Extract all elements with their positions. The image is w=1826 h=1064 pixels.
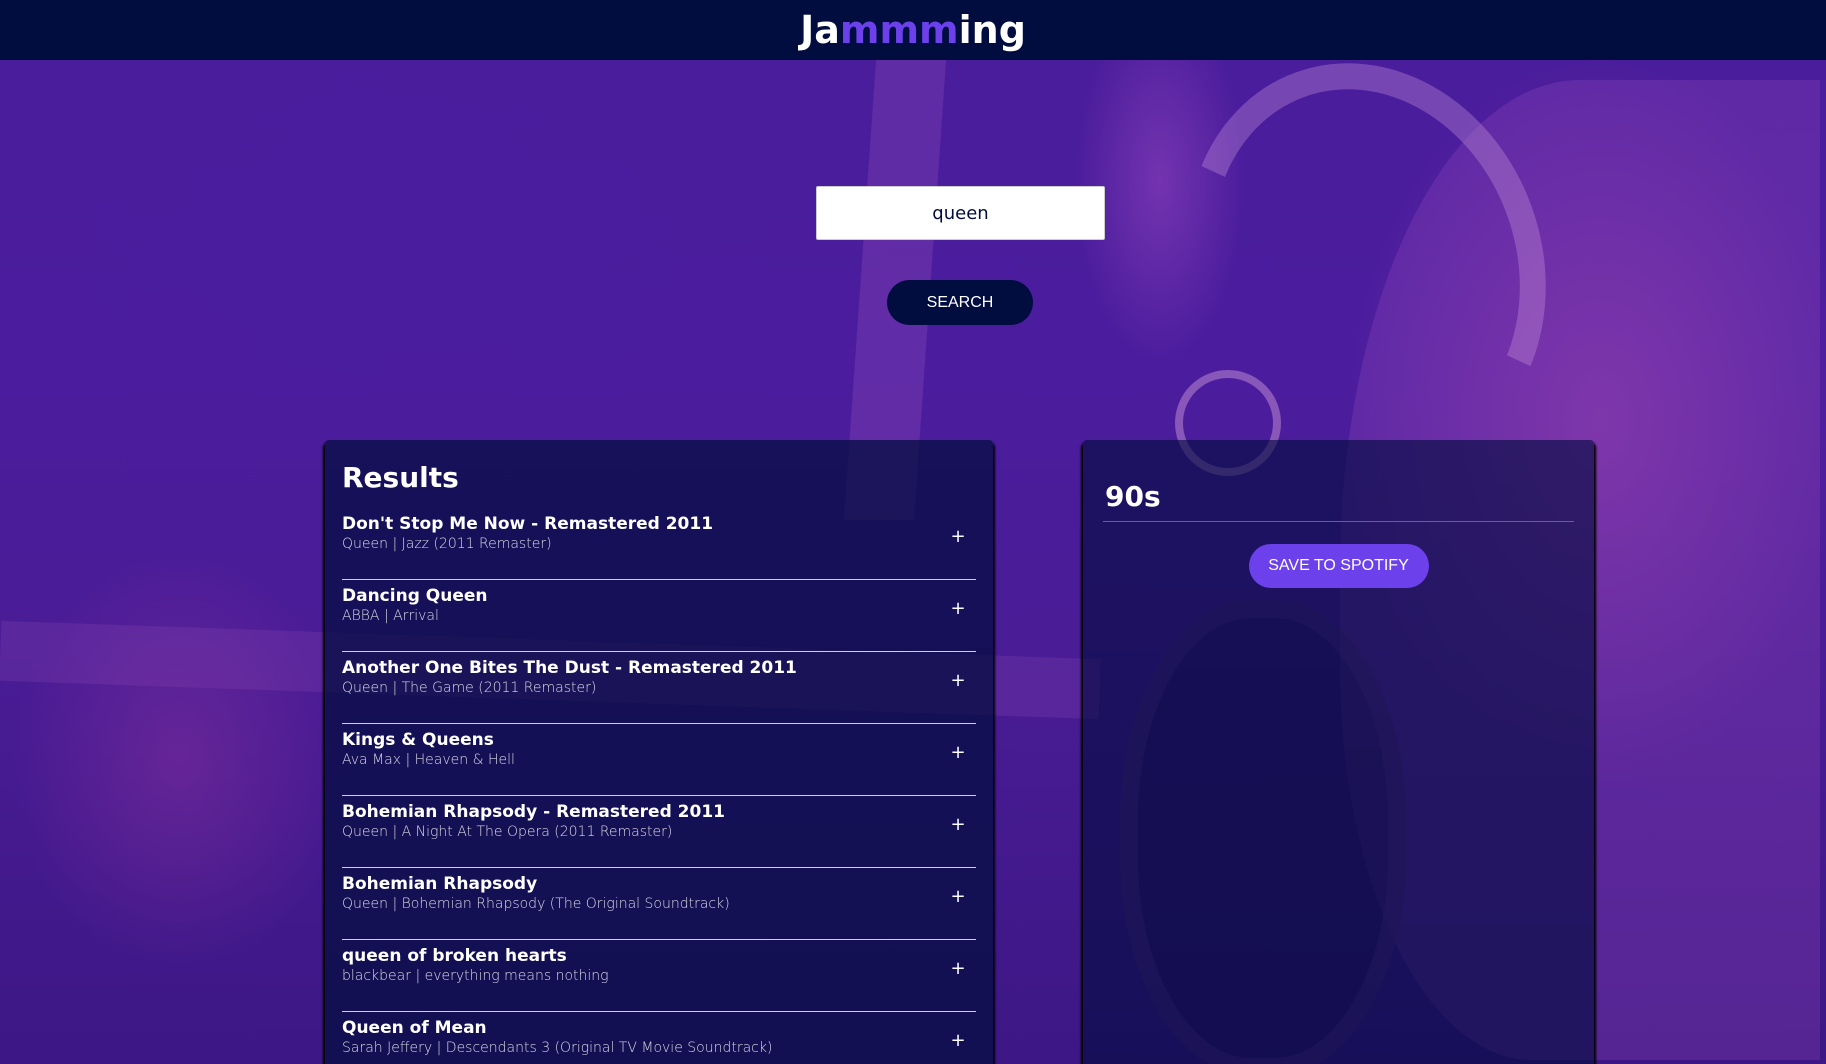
track-artist-album: Sarah Jeffery | Descendants 3 (Original … [342,1040,773,1056]
track-artist-album: Queen | The Game (2011 Remaster) [342,680,597,696]
playlist-panel: SAVE TO SPOTIFY [1083,440,1594,1064]
track-name: queen of broken hearts [342,946,567,966]
app-header: Jammming [0,0,1826,60]
track-artist-album: Queen | Jazz (2011 Remaster) [342,536,552,552]
track-artist-album: Ava Max | Heaven & Hell [342,752,515,768]
track-artist-album: Queen | Bohemian Rhapsody (The Original … [342,896,730,912]
add-track-button[interactable]: + [948,810,968,840]
track-name: Kings & Queens [342,730,494,750]
add-track-button[interactable]: + [948,522,968,552]
logo-prefix: Ja [800,8,840,52]
logo-accent: mmm [839,8,959,52]
track-name: Queen of Mean [342,1018,487,1038]
add-track-button[interactable]: + [948,666,968,696]
track-item: Bohemian Rhapsody Queen | Bohemian Rhaps… [342,868,976,940]
track-name: Don't Stop Me Now - Remastered 2011 [342,514,714,534]
search-button[interactable]: SEARCH [887,280,1033,325]
track-item: Dancing Queen ABBA | Arrival + [342,580,976,652]
add-track-button[interactable]: + [948,738,968,768]
track-name: Another One Bites The Dust - Remastered … [342,658,797,678]
add-track-button[interactable]: + [948,1026,968,1056]
track-item: Queen of Mean Sarah Jeffery | Descendant… [342,1012,976,1064]
results-panel: Results Don't Stop Me Now - Remastered 2… [325,440,993,1064]
app-logo: Jammming [800,8,1026,52]
search-input[interactable] [816,186,1105,240]
track-artist-album: blackbear | everything means nothing [342,968,609,984]
track-item: Kings & Queens Ava Max | Heaven & Hell + [342,724,976,796]
track-item: Don't Stop Me Now - Remastered 2011 Quee… [342,508,976,580]
playlist-name-input[interactable] [1103,480,1574,522]
track-name: Bohemian Rhapsody - Remastered 2011 [342,802,725,822]
track-name: Dancing Queen [342,586,488,606]
track-item: Another One Bites The Dust - Remastered … [342,652,976,724]
track-name: Bohemian Rhapsody [342,874,538,894]
add-track-button[interactable]: + [948,594,968,624]
add-track-button[interactable]: + [948,954,968,984]
logo-suffix: ing [958,8,1026,52]
results-track-list: Don't Stop Me Now - Remastered 2011 Quee… [342,508,976,1064]
track-artist-album: ABBA | Arrival [342,608,439,624]
track-artist-album: Queen | A Night At The Opera (2011 Remas… [342,824,673,840]
track-item: Bohemian Rhapsody - Remastered 2011 Quee… [342,796,976,868]
track-item: queen of broken hearts blackbear | every… [342,940,976,1012]
results-title: Results [342,461,459,494]
save-to-spotify-button[interactable]: SAVE TO SPOTIFY [1248,544,1429,588]
add-track-button[interactable]: + [948,882,968,912]
